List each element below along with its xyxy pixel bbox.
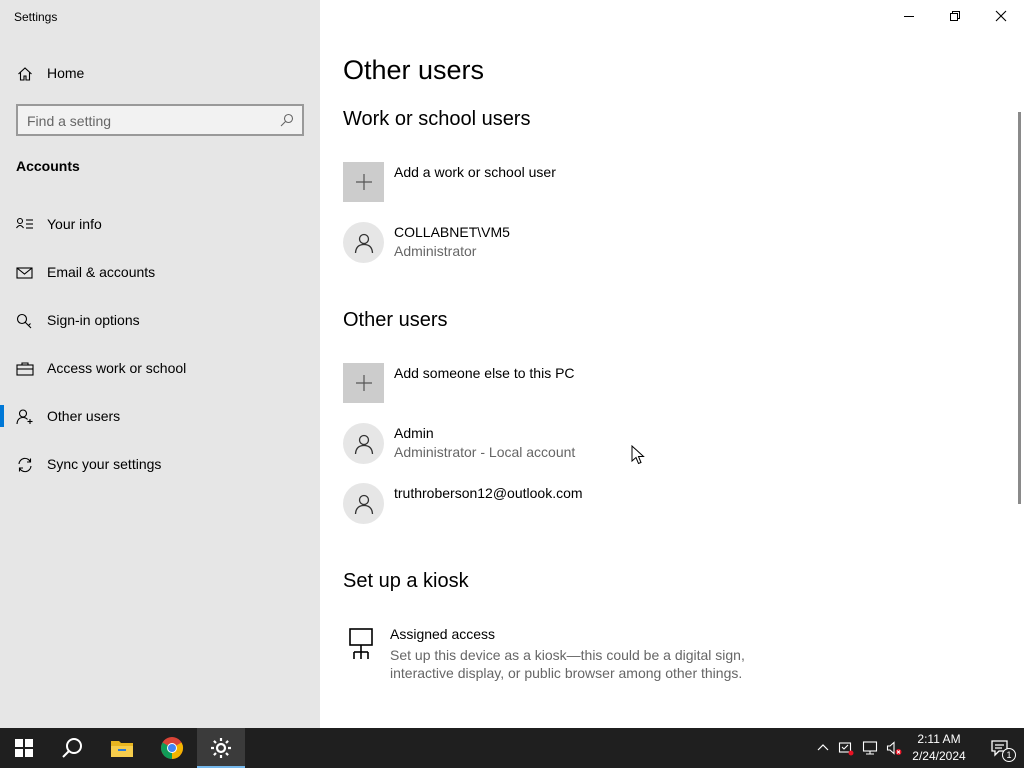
user-icon <box>354 494 373 514</box>
notification-count: 1 <box>1002 748 1016 762</box>
chevron-up-icon[interactable] <box>815 740 831 756</box>
sidebar-item-your-info[interactable]: Your info <box>0 205 320 245</box>
sidebar-item-email-accounts[interactable]: Email & accounts <box>0 253 320 293</box>
avatar[interactable] <box>343 483 384 524</box>
sidebar-item-label: Other users <box>47 408 121 424</box>
security-icon[interactable] <box>838 740 854 756</box>
action-center-button[interactable]: 1 <box>976 728 1024 768</box>
sidebar-item-other-users[interactable]: Other users <box>0 397 320 437</box>
add-work-user-tile[interactable] <box>343 162 384 202</box>
avatar[interactable] <box>343 222 384 263</box>
nav-home-label: Home <box>47 65 85 81</box>
section-header: Accounts <box>16 158 80 174</box>
restore-button[interactable] <box>932 0 978 32</box>
restore-icon <box>950 11 960 21</box>
user-icon <box>354 233 373 253</box>
volume-muted-icon[interactable] <box>886 740 902 756</box>
work-section-heading: Work or school users <box>343 108 531 130</box>
sidebar-item-label: Your info <box>47 216 102 232</box>
page-title: Other users <box>343 55 485 85</box>
scrollbar[interactable] <box>1018 112 1021 504</box>
sidebar: Settings Home Accounts Your info Email &… <box>0 0 320 728</box>
network-icon[interactable] <box>862 740 878 756</box>
kiosk-icon[interactable] <box>348 627 376 661</box>
add-someone-button[interactable]: Add someone else to this PC <box>394 365 575 381</box>
plus-icon <box>355 174 372 190</box>
mouse-cursor-icon <box>631 445 645 465</box>
minimize-button[interactable] <box>886 0 932 32</box>
search-icon[interactable] <box>280 113 294 127</box>
user-role: Administrator <box>394 243 477 259</box>
chrome-button[interactable] <box>148 728 196 768</box>
assigned-access-link[interactable]: Assigned access <box>390 626 495 642</box>
close-button[interactable] <box>978 0 1024 32</box>
sidebar-item-sync-settings[interactable]: Sync your settings <box>0 445 320 485</box>
settings-icon <box>211 738 231 758</box>
add-work-user-button[interactable]: Add a work or school user <box>394 164 556 180</box>
search-box[interactable] <box>16 104 304 136</box>
plus-icon <box>355 375 372 391</box>
mail-icon <box>16 267 33 279</box>
person-add-icon <box>16 409 33 425</box>
user-role: Administrator - Local account <box>394 444 576 460</box>
sidebar-item-sign-in-options[interactable]: Sign-in options <box>0 301 320 341</box>
taskbar-clock[interactable]: 2:11 AM 2/24/2024 <box>906 731 972 765</box>
chrome-icon <box>161 737 183 759</box>
add-someone-tile[interactable] <box>343 363 384 403</box>
sidebar-item-label: Email & accounts <box>47 264 156 280</box>
other-section-heading: Other users <box>343 309 448 331</box>
minimize-icon <box>904 16 914 17</box>
search-input[interactable] <box>27 111 277 131</box>
sidebar-item-label: Access work or school <box>47 360 187 376</box>
user-name[interactable]: truthroberson12@outlook.com <box>394 485 583 501</box>
sidebar-item-access-work[interactable]: Access work or school <box>0 349 320 389</box>
user-icon <box>354 434 373 454</box>
clock-date: 2/24/2024 <box>912 749 966 763</box>
file-explorer-button[interactable] <box>98 728 146 768</box>
assigned-access-description: Set up this device as a kiosk—this could… <box>390 647 745 681</box>
search-icon <box>62 738 82 758</box>
sidebar-item-label: Sync your settings <box>47 456 162 472</box>
file-explorer-icon <box>111 741 133 757</box>
sync-icon <box>18 457 32 473</box>
start-icon <box>15 739 33 757</box>
nav-home[interactable]: Home <box>0 58 320 88</box>
kiosk-section-heading: Set up a kiosk <box>343 570 469 592</box>
app-title: Settings <box>14 10 58 24</box>
clock-time: 2:11 AM <box>917 732 961 746</box>
taskbar: 2:11 AM 2/24/2024 1 <box>0 728 1024 768</box>
avatar[interactable] <box>343 423 384 464</box>
home-icon <box>18 67 32 81</box>
sidebar-item-label: Sign-in options <box>47 312 140 328</box>
briefcase-icon <box>16 362 34 376</box>
settings-taskbar-button[interactable] <box>197 728 245 768</box>
user-name[interactable]: Admin <box>394 425 434 441</box>
person-card-icon <box>16 217 33 229</box>
close-icon <box>995 10 1007 22</box>
key-icon <box>16 313 32 329</box>
start-button[interactable] <box>0 728 48 768</box>
user-name[interactable]: COLLABNET\VM5 <box>394 224 510 240</box>
taskbar-search-button[interactable] <box>48 728 96 768</box>
